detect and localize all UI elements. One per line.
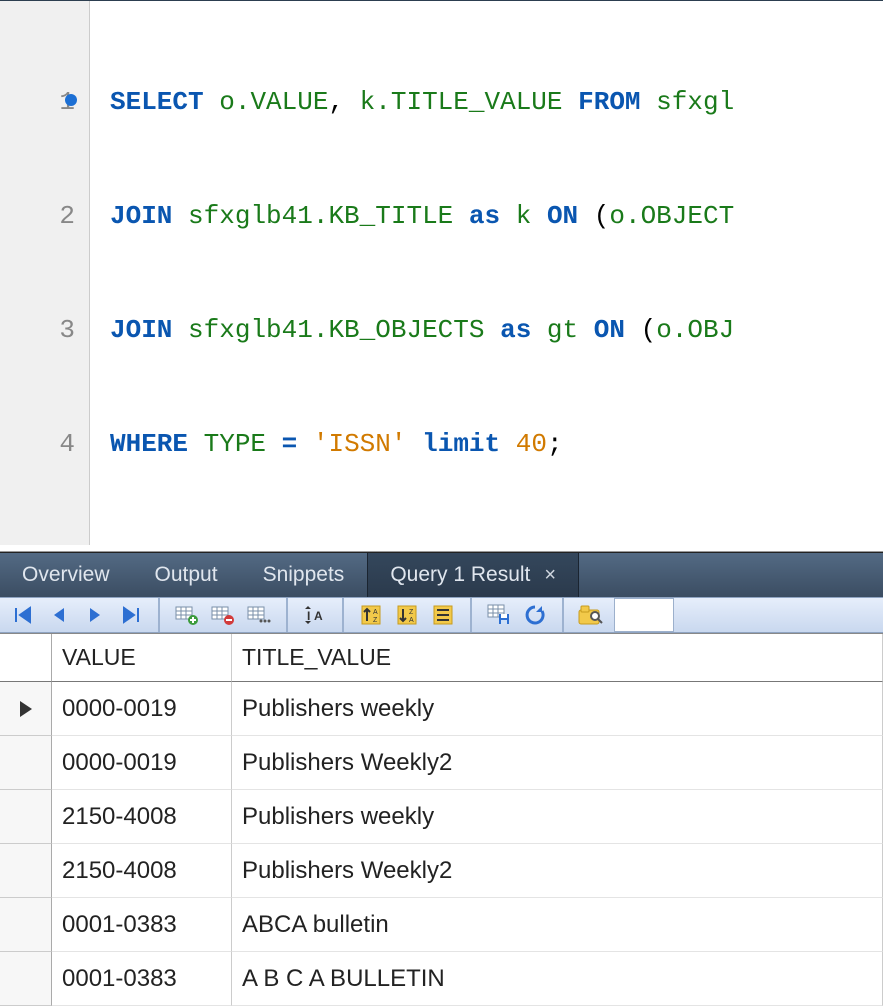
- grid-header-row: VALUE TITLE_VALUE: [0, 634, 883, 682]
- tab-query-result[interactable]: Query 1 Result ×: [367, 553, 579, 597]
- row-height-icon[interactable]: IA: [298, 598, 332, 632]
- row-header[interactable]: [0, 736, 52, 790]
- result-tabbar: Overview Output Snippets Query 1 Result …: [0, 552, 883, 597]
- line-number: 3: [59, 315, 75, 345]
- tab-snippets[interactable]: Snippets: [241, 553, 368, 597]
- table-row[interactable]: 0000-0019Publishers weekly: [0, 682, 883, 736]
- svg-text:A: A: [409, 617, 414, 624]
- svg-text:Z: Z: [373, 617, 378, 624]
- cell-value[interactable]: 2150-4008: [52, 844, 232, 898]
- column-header-value[interactable]: VALUE: [52, 634, 232, 682]
- row-header[interactable]: [0, 952, 52, 1006]
- cell-value[interactable]: 0000-0019: [52, 682, 232, 736]
- svg-text:I: I: [307, 609, 310, 623]
- toolbar-separator: [286, 598, 288, 632]
- sql-editor[interactable]: 1 2 3 4 SELECT o.VALUE, k.TITLE_VALUE FR…: [0, 1, 883, 552]
- svg-text:A: A: [373, 609, 378, 616]
- sort-asc-icon[interactable]: AZ: [354, 598, 388, 632]
- result-toolbar: IA AZ ZA: [0, 597, 883, 633]
- tab-overview[interactable]: Overview: [0, 553, 133, 597]
- cell-value[interactable]: 0000-0019: [52, 736, 232, 790]
- row-header[interactable]: [0, 898, 52, 952]
- grid-add-icon[interactable]: [170, 598, 204, 632]
- cell-value[interactable]: 2150-4008: [52, 790, 232, 844]
- cell-title[interactable]: Publishers Weekly2: [232, 736, 883, 790]
- column-header-title[interactable]: TITLE_VALUE: [232, 634, 883, 682]
- cell-value[interactable]: 0001-0383: [52, 952, 232, 1006]
- find-icon[interactable]: [574, 598, 608, 632]
- cell-title[interactable]: Publishers weekly: [232, 682, 883, 736]
- toolbar-separator: [342, 598, 344, 632]
- table-row[interactable]: 0000-0019Publishers Weekly2: [0, 736, 883, 790]
- toolbar-separator: [158, 598, 160, 632]
- nav-next-icon[interactable]: [78, 598, 112, 632]
- refresh-icon[interactable]: [518, 598, 552, 632]
- svg-text:Z: Z: [409, 609, 414, 616]
- cell-title[interactable]: ABCA bulletin: [232, 898, 883, 952]
- cell-value[interactable]: 0001-0383: [52, 898, 232, 952]
- line-number: 2: [59, 201, 75, 231]
- save-icon[interactable]: [482, 598, 516, 632]
- line-number: 4: [59, 429, 75, 459]
- current-row-pointer-icon: [20, 701, 32, 717]
- nav-last-icon[interactable]: [114, 598, 148, 632]
- toolbar-separator: [562, 598, 564, 632]
- close-icon[interactable]: ×: [544, 564, 556, 587]
- cell-title[interactable]: A B C A BULLETIN: [232, 952, 883, 1006]
- sql-code[interactable]: SELECT o.VALUE, k.TITLE_VALUE FROM sfxgl…: [90, 1, 734, 545]
- toolbar-separator: [470, 598, 472, 632]
- tab-output[interactable]: Output: [133, 553, 241, 597]
- nav-first-icon[interactable]: [6, 598, 40, 632]
- search-input[interactable]: [614, 598, 674, 632]
- grid-edit-icon[interactable]: [242, 598, 276, 632]
- cell-title[interactable]: Publishers Weekly2: [232, 844, 883, 898]
- sort-desc-icon[interactable]: ZA: [390, 598, 424, 632]
- cell-title[interactable]: Publishers weekly: [232, 790, 883, 844]
- nav-prev-icon[interactable]: [42, 598, 76, 632]
- line-number-gutter: 1 2 3 4: [0, 1, 90, 545]
- table-row[interactable]: 2150-4008Publishers weekly: [0, 790, 883, 844]
- result-grid: VALUE TITLE_VALUE 0000-0019Publishers we…: [0, 633, 883, 1006]
- row-header-corner: [0, 634, 52, 682]
- row-header[interactable]: [0, 790, 52, 844]
- svg-text:A: A: [314, 609, 323, 623]
- breakpoint-marker[interactable]: [65, 94, 77, 106]
- sort-group-icon[interactable]: [426, 598, 460, 632]
- table-row[interactable]: 0001-0383ABCA bulletin: [0, 898, 883, 952]
- row-header[interactable]: [0, 682, 52, 736]
- row-header[interactable]: [0, 844, 52, 898]
- table-row[interactable]: 0001-0383A B C A BULLETIN: [0, 952, 883, 1006]
- grid-remove-icon[interactable]: [206, 598, 240, 632]
- table-row[interactable]: 2150-4008Publishers Weekly2: [0, 844, 883, 898]
